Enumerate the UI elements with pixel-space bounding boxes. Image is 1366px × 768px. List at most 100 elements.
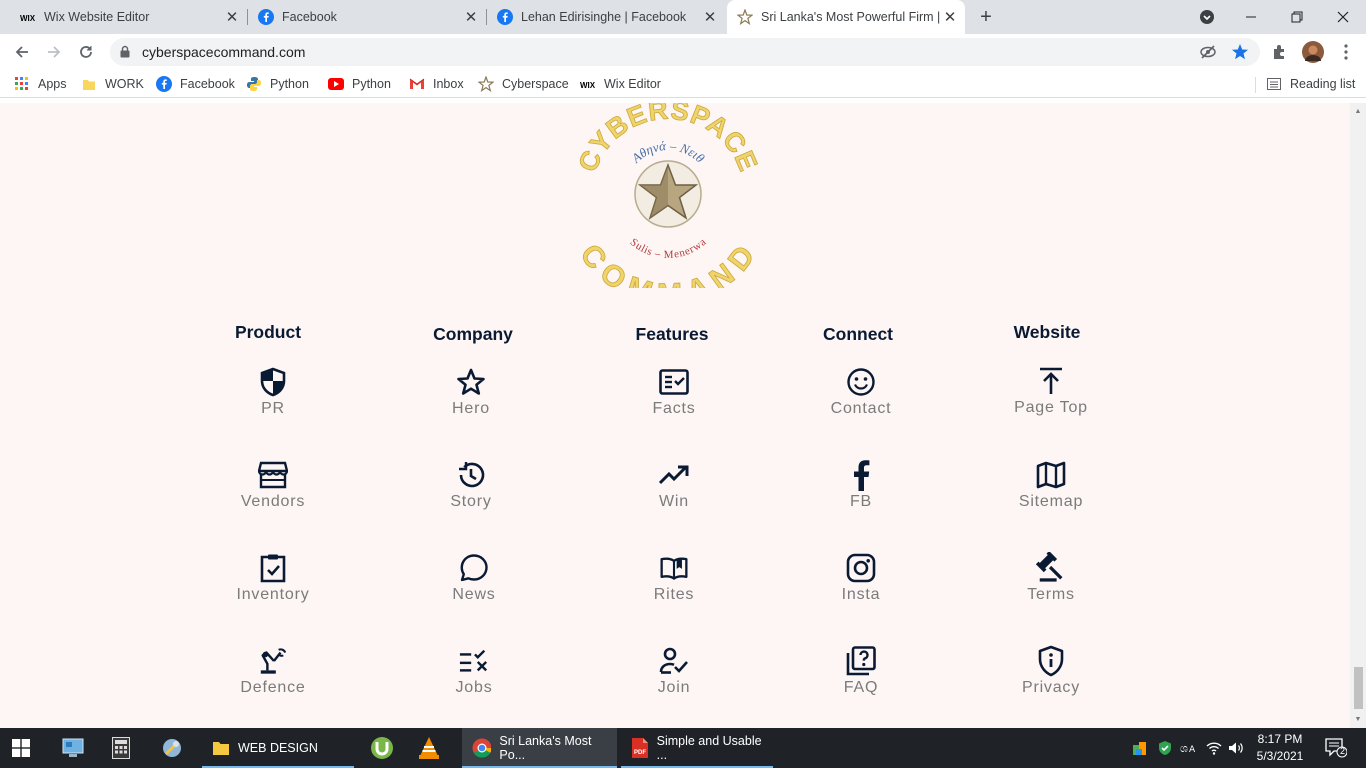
taskbar-pc-app[interactable] [62,728,86,768]
tab-lehan-facebook[interactable]: Lehan Edirisinghe | Facebook ✕ [487,0,725,34]
taskbar-clock[interactable]: 8:17 PM 5/3/2021 [1240,731,1320,765]
tools-icon [163,739,181,757]
clock-time: 8:17 PM [1257,732,1303,746]
wix-icon: WIX [20,9,36,25]
tray-defender[interactable] [1156,728,1174,768]
apps-grid-icon [14,76,30,92]
close-icon[interactable]: ✕ [223,8,241,26]
chevron-down-icon [1200,10,1214,24]
close-icon[interactable]: ✕ [941,8,959,26]
footer-link-hero[interactable]: Hero [411,366,531,418]
windows-taskbar: WEB DESIGN Sri Lanka's Most Po... PDF Si… [0,728,1366,768]
close-icon[interactable]: ✕ [462,8,480,26]
footer-link-sitemap[interactable]: Sitemap [991,459,1111,511]
bookmark-inbox[interactable]: Inbox [409,75,464,93]
start-button[interactable] [12,728,36,768]
taskbar-settings-app[interactable] [160,728,186,768]
footer-link-label: Sitemap [1018,493,1084,510]
tray-ime[interactable]: ශA [1178,728,1200,768]
scroll-down-arrow-icon[interactable]: ▼ [1354,715,1362,723]
menu-kebab-icon[interactable] [1336,42,1356,62]
page-scrollbar[interactable]: ▲ ▼ [1350,103,1366,728]
browser-toolbar: cyberspacecommand.com [0,34,1366,70]
bookmark-star-icon[interactable] [1230,42,1250,62]
taskbar-app-label: Simple and Usable ... [656,734,762,762]
close-window-button[interactable] [1320,0,1366,34]
tab-title: Facebook [282,10,337,24]
footer-link-join[interactable]: Join [614,645,734,697]
taskbar-app-web-design[interactable]: WEB DESIGN [202,728,354,768]
reading-list-button[interactable]: Reading list [1266,75,1355,93]
tab-wix-editor[interactable]: WIX Wix Website Editor ✕ [0,0,247,34]
new-tab-button[interactable]: + [976,6,996,28]
bookmark-youtube-python[interactable]: Python [328,75,391,93]
footer-link-jobs[interactable]: Jobs [414,645,534,697]
forward-button[interactable] [42,40,66,64]
reload-button[interactable] [74,40,98,64]
footer-link-rites[interactable]: Rites [614,552,734,604]
footer-link-win[interactable]: Win [614,459,734,511]
bookmark-wix-editor[interactable]: WIX Wix Editor [580,75,661,93]
tray-wifi[interactable] [1204,728,1224,768]
svg-text:COMMAND: COMMAND [578,238,758,288]
taskbar-app-chrome[interactable]: Sri Lanka's Most Po... [462,728,617,768]
map-icon [1036,459,1066,491]
footer-link-label: Facts [652,400,696,417]
address-bar[interactable]: cyberspacecommand.com [110,38,1260,66]
footer-link-vendors[interactable]: Vendors [213,459,333,511]
taskbar-app-label: Sri Lanka's Most Po... [499,734,592,762]
action-center-button[interactable]: 2 [1318,728,1354,768]
taskbar-utorrent[interactable] [370,728,396,768]
arrow-to-top-icon [1036,365,1066,397]
bookmark-facebook[interactable]: Facebook [156,75,235,93]
footer-link-facts[interactable]: Facts [614,366,734,418]
bookmark-apps[interactable]: Apps [14,75,67,93]
footer-link-label: Inventory [236,586,310,603]
browser-tab-strip: WIX Wix Website Editor ✕ Facebook ✕ Leha… [0,0,1366,34]
footer-link-inventory[interactable]: Inventory [213,552,333,604]
back-button[interactable] [10,40,34,64]
extensions-icon[interactable] [1270,42,1290,62]
cyberspace-star-icon [737,9,753,25]
footer-link-faq[interactable]: FAQ [801,645,921,697]
avatar[interactable] [1302,41,1324,63]
bookmark-work[interactable]: WORK [81,75,144,93]
bookmark-python[interactable]: Python [246,75,309,93]
scroll-up-arrow-icon[interactable]: ▲ [1354,107,1362,115]
smiley-icon [846,366,876,398]
tracking-blocked-icon[interactable] [1198,42,1218,62]
taskbar-app-pdf[interactable]: PDF Simple and Usable ... [621,728,773,768]
tab-cyberspace-active[interactable]: Sri Lanka's Most Powerful Firm | I ✕ [727,0,965,34]
close-icon[interactable]: ✕ [701,8,719,26]
footer-link-news[interactable]: News [414,552,534,604]
reading-list-icon [1266,76,1282,92]
restore-button[interactable] [1274,0,1320,34]
notification-count: 2 [1340,746,1346,756]
footer-link-contact[interactable]: Contact [801,366,921,418]
footer-link-page-top[interactable]: Page Top [991,365,1111,417]
tray-app-icon[interactable] [1130,728,1150,768]
tab-title: Lehan Edirisinghe | Facebook [521,10,687,24]
footer-link-story[interactable]: Story [411,459,531,511]
bookmark-label: WORK [105,77,144,91]
taskbar-calculator[interactable] [112,728,136,768]
footer-heading-features: Features [635,324,709,344]
minimize-button[interactable] [1228,0,1274,34]
pdf-icon: PDF [632,738,648,758]
scrollbar-thumb[interactable] [1354,667,1363,709]
lock-icon[interactable] [120,45,130,63]
bookmark-cyberspace[interactable]: Cyberspace [478,75,569,93]
tab-search-button[interactable] [1184,0,1230,34]
tab-facebook[interactable]: Facebook ✕ [248,0,486,34]
footer-link-defence[interactable]: Defence [213,645,333,697]
footer-link-fb[interactable]: FB [801,459,921,511]
computer-icon [62,738,84,757]
taskbar-vlc[interactable] [418,728,444,768]
footer-link-insta[interactable]: Insta [801,552,921,604]
footer-link-terms[interactable]: Terms [991,552,1111,604]
footer-link-privacy[interactable]: Privacy [991,645,1111,697]
youtube-icon [328,76,344,92]
svg-text:ශ: ශ [1180,742,1188,755]
footer-link-pr[interactable]: PR [213,366,333,418]
bookmarks-bar: Apps WORK Facebook Python Python Inbox C… [0,70,1366,98]
